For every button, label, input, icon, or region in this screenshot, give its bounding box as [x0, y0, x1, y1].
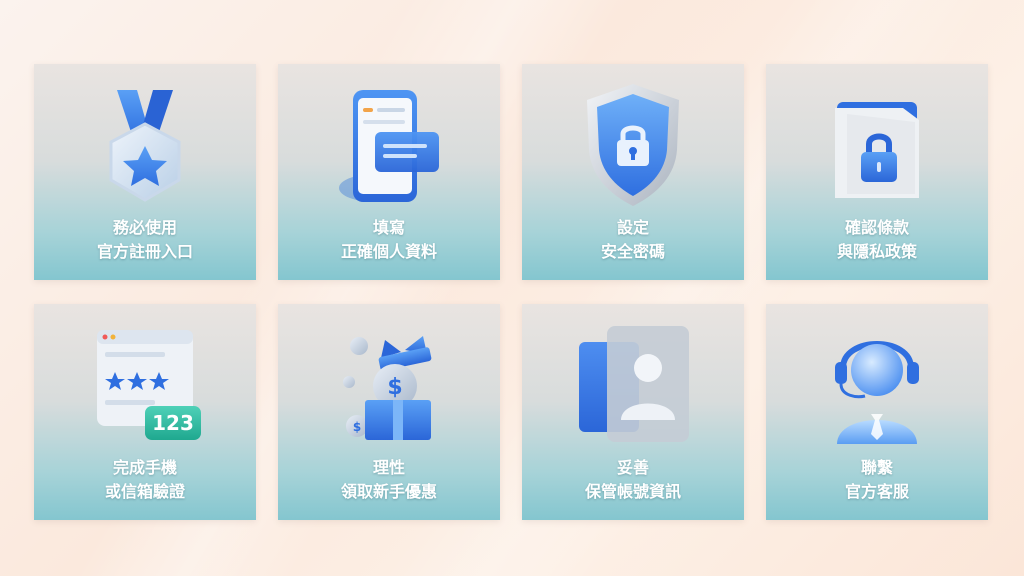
label-line-2: 或信箱驗證: [104, 482, 185, 501]
card-account-info[interactable]: 妥善 保管帳號資訊: [522, 304, 744, 520]
card-label: 聯繫 官方客服: [766, 456, 988, 504]
support-agent-icon: [766, 316, 988, 456]
svg-text:$: $: [353, 420, 361, 434]
label-line-2: 官方客服: [844, 482, 909, 501]
label-line-2: 與隱私政策: [836, 242, 917, 261]
label-line-1: 完成手機: [112, 458, 177, 477]
label-line-2: 安全密碼: [600, 242, 665, 261]
gift-coin-icon: $ $: [278, 316, 500, 456]
card-support[interactable]: 聯繫 官方客服: [766, 304, 988, 520]
phone-form-icon: [278, 76, 500, 216]
user-card-icon: [522, 316, 744, 456]
label-line-2: 正確個人資料: [340, 242, 437, 261]
tips-grid: 務必使用 官方註冊入口 填寫 正確個人資料 設定 安全密碼 確認條款 與隱私政策…: [34, 64, 988, 520]
card-label: 填寫 正確個人資料: [278, 216, 500, 264]
label-line-1: 確認條款: [844, 218, 909, 237]
label-line-2: 官方註冊入口: [96, 242, 193, 261]
label-line-1: 設定: [616, 218, 649, 237]
svg-text:123: 123: [152, 411, 194, 435]
shield-lock-icon: [522, 76, 744, 216]
card-verification[interactable]: 123 完成手機 或信箱驗證: [34, 304, 256, 520]
label-line-1: 理性: [372, 458, 405, 477]
password-123-icon: 123: [34, 316, 256, 456]
card-official-entry[interactable]: 務必使用 官方註冊入口: [34, 64, 256, 280]
card-terms[interactable]: 確認條款 與隱私政策: [766, 64, 988, 280]
card-label: 理性 領取新手優惠: [278, 456, 500, 504]
svg-text:$: $: [387, 375, 402, 400]
label-line-1: 填寫: [372, 218, 405, 237]
card-label: 完成手機 或信箱驗證: [34, 456, 256, 504]
label-line-2: 領取新手優惠: [340, 482, 437, 501]
card-password[interactable]: 設定 安全密碼: [522, 64, 744, 280]
label-line-1: 聯繫: [860, 458, 893, 477]
card-label: 務必使用 官方註冊入口: [34, 216, 256, 264]
card-label: 妥善 保管帳號資訊: [522, 456, 744, 504]
card-bonus[interactable]: $ $ 理性 領取新手優惠: [278, 304, 500, 520]
card-fill-info[interactable]: 填寫 正確個人資料: [278, 64, 500, 280]
label-line-1: 妥善: [616, 458, 649, 477]
card-label: 確認條款 與隱私政策: [766, 216, 988, 264]
medal-icon: [34, 76, 256, 216]
folder-lock-icon: [766, 76, 988, 216]
label-line-2: 保管帳號資訊: [584, 482, 681, 501]
card-label: 設定 安全密碼: [522, 216, 744, 264]
label-line-1: 務必使用: [112, 218, 177, 237]
